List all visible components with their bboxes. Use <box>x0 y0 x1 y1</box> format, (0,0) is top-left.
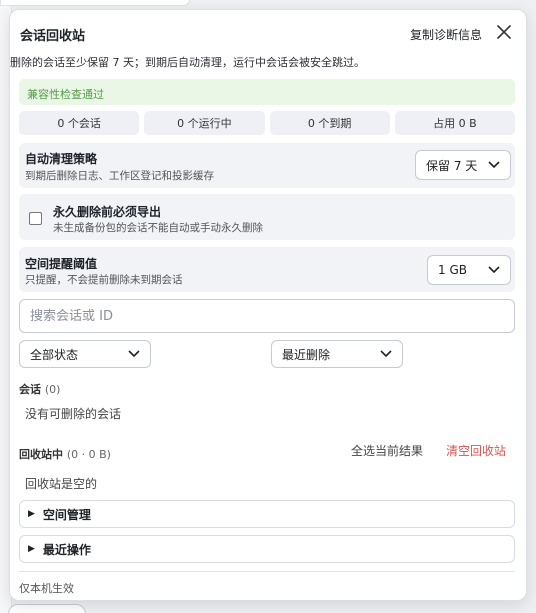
export-required-checkbox[interactable] <box>29 212 42 225</box>
sessions-title-label: 会话 <box>19 383 41 396</box>
space-management-label: 空间管理 <box>42 507 91 522</box>
auto-clean-card: 自动清理策略 到期后删除日志、工作区登记和投影缓存 保留 7 天 <box>19 143 515 188</box>
background-bottom-pill <box>8 604 86 613</box>
compatibility-status: 兼容性检查通过 <box>19 79 515 105</box>
footer-note: 仅本机生效 <box>19 582 74 595</box>
auto-clean-title: 自动清理策略 <box>25 152 98 166</box>
stat-running: 0 个运行中 <box>144 111 265 135</box>
export-required-title: 永久删除前必须导出 <box>53 205 162 219</box>
chevron-down-icon <box>488 161 500 169</box>
retention-select[interactable]: 保留 7 天 <box>415 150 511 180</box>
sessions-count: (0) <box>44 383 61 396</box>
stat-sessions: 0 个会话 <box>19 111 140 135</box>
recycle-empty-message: 回收站是空的 <box>25 477 98 491</box>
caret-right-icon: ▶ <box>28 544 35 554</box>
background-top-bar <box>0 0 190 6</box>
sort-select-value: 最近删除 <box>282 347 331 362</box>
export-required-subtitle: 未生成备份包的会话不能自动或手动永久删除 <box>53 222 263 234</box>
sort-select[interactable]: 最近删除 <box>271 340 403 368</box>
footer-divider <box>19 571 515 572</box>
sessions-empty-message: 没有可删除的会话 <box>25 407 122 421</box>
empty-bin-button[interactable]: 清空回收站 <box>446 442 506 459</box>
recent-operations-label: 最近操作 <box>42 542 91 557</box>
select-all-button[interactable]: 全选当前结果 <box>351 442 423 459</box>
caret-right-icon: ▶ <box>28 509 35 519</box>
retention-select-value: 保留 7 天 <box>426 158 478 173</box>
sessions-section-title: 会话 (0) <box>19 381 60 397</box>
space-threshold-card: 空间提醒阈值 只提醒，不会提前删除未到期会话 1 GB <box>19 247 515 292</box>
status-filter-select[interactable]: 全部状态 <box>19 340 151 368</box>
search-input[interactable] <box>19 299 515 333</box>
chevron-down-icon <box>380 350 392 358</box>
space-management-toggle[interactable]: ▶ 空间管理 <box>19 500 515 528</box>
threshold-select[interactable]: 1 GB <box>427 255 511 285</box>
auto-clean-subtitle: 到期后删除日志、工作区登记和投影缓存 <box>25 170 214 182</box>
chevron-down-icon <box>488 266 500 274</box>
threshold-select-value: 1 GB <box>438 263 467 277</box>
export-required-card: 永久删除前必须导出 未生成备份包的会话不能自动或手动永久删除 <box>19 194 515 240</box>
recycle-section-title: 回收站中 (0 · 0 B) <box>19 446 111 462</box>
space-threshold-subtitle: 只提醒，不会提前删除未到期会话 <box>25 274 183 286</box>
status-filter-value: 全部状态 <box>30 347 79 362</box>
stat-expired: 0 个到期 <box>269 111 390 135</box>
chevron-down-icon <box>128 350 140 358</box>
stat-usage: 占用 0 B <box>394 111 515 135</box>
stats-row: 0 个会话 0 个运行中 0 个到期 占用 0 B <box>19 111 515 135</box>
recent-operations-toggle[interactable]: ▶ 最近操作 <box>19 535 515 563</box>
recycle-title-label: 回收站中 <box>19 448 63 461</box>
recycle-count: (0 · 0 B) <box>66 448 111 461</box>
space-threshold-title: 空间提醒阈值 <box>25 257 98 271</box>
